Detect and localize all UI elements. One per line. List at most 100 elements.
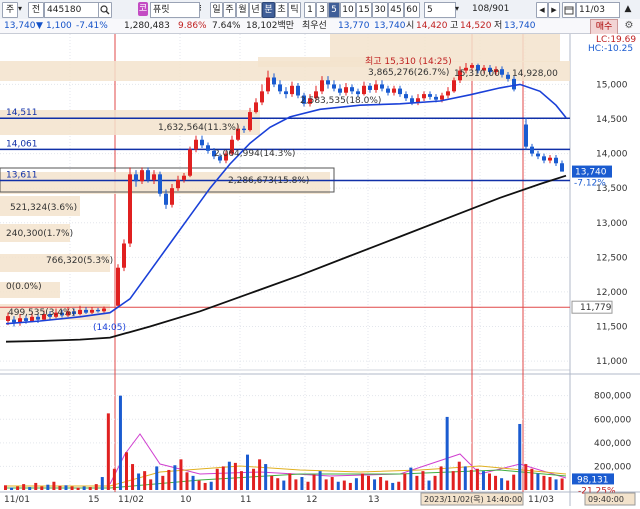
prev-icon[interactable]: ◀ <box>536 2 548 18</box>
volume-bar <box>554 479 558 490</box>
period-tab-주[interactable]: 주 <box>223 2 236 18</box>
period-tab-년[interactable]: 년 <box>249 2 262 18</box>
chart-area[interactable]: 15,000 14,500 14,000 13,500 13,000 12,500 12,0… <box>0 34 640 506</box>
candle-body <box>326 80 330 85</box>
search-icon[interactable] <box>98 2 112 18</box>
volume-bar <box>518 423 522 490</box>
interval-45[interactable]: 45 <box>388 2 404 18</box>
candle-body <box>206 145 210 151</box>
volume-bar <box>300 477 304 490</box>
volume-bar <box>506 480 510 490</box>
volume-profile-label: 766,320(5.3%) <box>46 256 113 266</box>
interval-input[interactable]: 5 <box>424 2 456 18</box>
volume-bar <box>46 484 50 490</box>
interval-5[interactable]: 5 <box>328 2 340 18</box>
volume-bar <box>209 481 213 490</box>
volume-bar <box>143 471 147 490</box>
volume-bar <box>288 473 292 490</box>
volume-bar <box>106 413 110 490</box>
more-icon[interactable]: ⁝ <box>199 2 207 16</box>
period-tab-일[interactable]: 일 <box>210 2 223 18</box>
expand-icon[interactable]: ▲ <box>620 2 636 16</box>
volume-bar <box>379 477 383 490</box>
x-tick-label: 11/02 <box>118 495 144 505</box>
volume-bar <box>112 468 116 490</box>
candle-body <box>398 88 402 95</box>
buy-button[interactable]: 매수 <box>590 19 618 35</box>
volume-tick-label: 800,000 <box>594 392 631 402</box>
market-selector[interactable]: 주 <box>2 2 18 18</box>
candle-body <box>122 243 126 268</box>
marked-price-label: 11,779 <box>580 303 612 313</box>
volume-bar <box>342 480 346 490</box>
volume-bar <box>22 484 26 490</box>
low-price: 13,740 <box>504 21 536 31</box>
volume-bar <box>530 468 534 490</box>
candle-body <box>12 319 16 323</box>
volume-profile-label: 3,865,276(26.7%) <box>368 68 449 78</box>
interval-1[interactable]: 1 <box>304 2 316 18</box>
volume-bar <box>445 416 449 490</box>
current-price-label: 13,740 <box>575 168 607 178</box>
volume-profile-label: 2,064,994(14.3%) <box>214 149 295 159</box>
scope-button[interactable]: 전 <box>28 2 44 18</box>
volume-bar <box>16 486 20 490</box>
candle-body <box>392 88 396 93</box>
price-chart[interactable]: 15,00014,50014,00013,50013,00012,50012,0… <box>0 34 640 506</box>
change-pct: -7.41% <box>76 21 108 31</box>
x-tick-label: 11/03 <box>528 495 554 505</box>
interval-15[interactable]: 15 <box>356 2 372 18</box>
volume-bar <box>457 461 461 490</box>
volume-bar <box>488 473 491 490</box>
candle-body <box>152 174 156 180</box>
y-tick-label: 13,000 <box>596 219 628 229</box>
volume-bar <box>397 481 401 490</box>
stock-name-field[interactable]: 퓨릿 <box>150 2 200 18</box>
interval-10[interactable]: 10 <box>340 2 356 18</box>
volume-bar <box>10 487 14 490</box>
volume-bar <box>100 477 104 490</box>
volume-bar <box>239 471 243 490</box>
low-time-annotation: (14:05) <box>93 323 126 333</box>
volume-bar <box>294 479 298 490</box>
volume-bar <box>28 487 32 490</box>
period-tab-틱[interactable]: 틱 <box>288 2 301 18</box>
candle-body <box>84 309 88 313</box>
candle-body <box>254 102 258 113</box>
interval-60[interactable]: 60 <box>404 2 420 18</box>
interval-3[interactable]: 3 <box>316 2 328 18</box>
volume-profile-label: 1,632,564(11.3%) <box>158 123 239 133</box>
candle-body <box>78 309 82 315</box>
volume-profile-label: 0(0.0%) <box>6 282 42 292</box>
volume-bar <box>82 486 86 490</box>
volume-bar <box>415 475 419 490</box>
volume-bar <box>330 477 334 490</box>
x-tick-label: 11 <box>240 495 251 505</box>
level-label: 13,611 <box>6 170 38 180</box>
volume-bar <box>179 459 183 490</box>
interval-dropdown-icon[interactable]: ▾ <box>455 2 465 16</box>
settings-icon[interactable]: ⚙ <box>620 20 638 32</box>
volume-profile-label: 2,286,673(15.8%) <box>228 176 309 186</box>
calendar-icon[interactable] <box>562 2 576 18</box>
period-tab-월[interactable]: 월 <box>236 2 249 18</box>
volume-bar <box>282 480 286 490</box>
volume-bar <box>137 473 141 490</box>
candle-body <box>290 85 294 95</box>
period-tab-분[interactable]: 분 <box>262 2 275 18</box>
x-tick-label: 15 <box>88 495 99 505</box>
volume-bar <box>197 480 201 490</box>
volume-bar <box>88 487 92 490</box>
market-dropdown-icon[interactable]: ▾ <box>18 2 26 16</box>
next-icon[interactable]: ▶ <box>548 2 560 18</box>
period-tab-초[interactable]: 초 <box>275 2 288 18</box>
volume-bar <box>94 484 98 490</box>
date-field[interactable]: 11/03 <box>576 2 620 18</box>
candle-body <box>24 318 28 321</box>
candle-body <box>102 308 106 312</box>
volume-bar <box>155 466 159 490</box>
candle-body <box>200 139 204 146</box>
interval-30[interactable]: 30 <box>372 2 388 18</box>
change: 1,100 <box>46 21 72 31</box>
stock-code-input[interactable]: 445180 <box>44 2 100 18</box>
